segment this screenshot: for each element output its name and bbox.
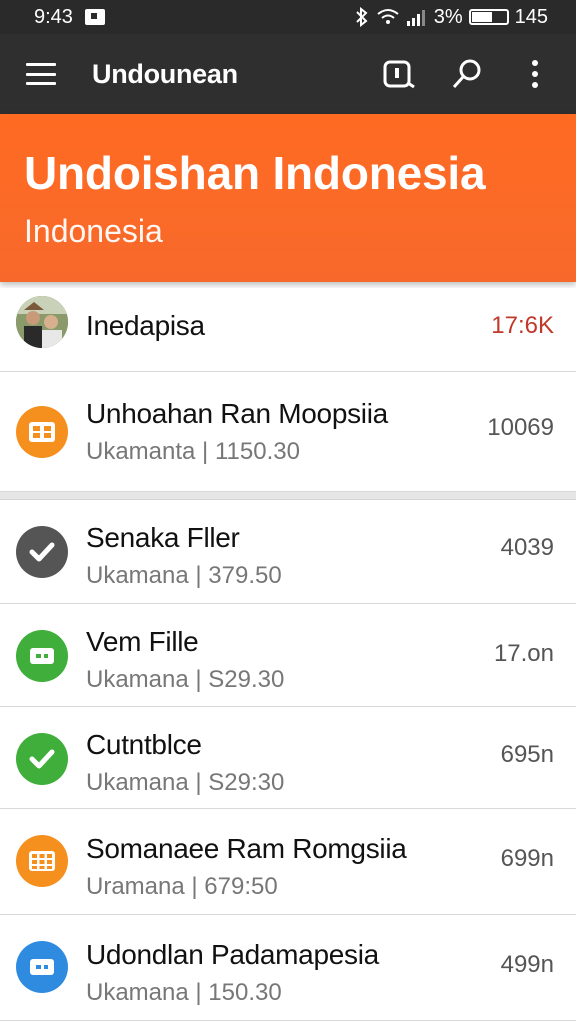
list-item[interactable]: Vem Fille Ukamana | S29.30 17.on <box>0 604 576 707</box>
wifi-icon <box>377 9 399 24</box>
item-value: 499n <box>500 951 554 978</box>
hero-subtitle: Indonesia <box>24 212 163 249</box>
list-item[interactable]: Udondlan Padamapesia Ukamana | 150.30 49… <box>0 915 576 1021</box>
hero-title: Undoishan Indonesia <box>24 147 486 199</box>
list-item[interactable]: Cutntblce Ukamana | S29:30 695n <box>0 707 576 809</box>
item-subtitle: Ukamana | S29:30 <box>86 769 285 796</box>
item-title: Vem Fille <box>86 626 199 657</box>
item-value: 695n <box>500 741 554 768</box>
item-subtitle: Ukamana | 379.50 <box>86 562 282 589</box>
search-icon[interactable] <box>450 57 484 91</box>
card-icon <box>16 941 68 993</box>
section-divider <box>0 492 576 500</box>
grid-icon <box>16 406 68 458</box>
list-item[interactable]: Inedapisa 17:6K <box>0 288 576 372</box>
check-icon <box>16 526 68 578</box>
item-subtitle: Ukamanta | 1150.30 <box>86 438 300 465</box>
notification-icon <box>84 9 105 25</box>
item-subtitle: Ukamana | S29.30 <box>86 666 285 693</box>
item-title: Inedapisa <box>86 310 205 341</box>
grid-icon <box>16 835 68 887</box>
list-item[interactable]: Unhoahan Ran Moopsiia Ukamanta | 1150.30… <box>0 372 576 492</box>
list-item[interactable]: Somanaee Ram Romgsiia Uramana | 679:50 6… <box>0 809 576 915</box>
item-value: 17.on <box>493 640 554 667</box>
card-icon <box>16 630 68 682</box>
battery-icon <box>468 9 509 25</box>
signal-icon <box>406 10 425 26</box>
list-item[interactable]: Senaka Fller Ukamana | 379.50 4039 <box>0 500 576 604</box>
status-number: 145 <box>514 5 548 28</box>
hero-banner: Undoishan Indonesia Indonesia <box>0 114 576 282</box>
check-icon <box>16 733 68 785</box>
item-list: Inedapisa 17:6K Unhoahan Ran Moopsiia Uk… <box>0 288 576 1021</box>
bluetooth-icon <box>356 7 368 27</box>
item-value: 4039 <box>500 534 554 561</box>
more-vert-icon[interactable] <box>518 57 552 91</box>
status-bar: 9:43 3% 145 <box>0 0 576 34</box>
item-title: Unhoahan Ran Moopsiia <box>86 398 388 429</box>
status-time: 9:43 <box>34 5 73 28</box>
app-title: Undounean <box>92 58 238 89</box>
item-title: Udondlan Padamapesia <box>86 939 379 970</box>
avatar <box>16 296 68 348</box>
item-title: Somanaee Ram Romgsiia <box>86 833 407 864</box>
menu-icon[interactable] <box>26 63 56 85</box>
item-value: 10069 <box>487 414 554 441</box>
item-title: Senaka Fller <box>86 522 240 553</box>
item-subtitle: Ukamana | 150.30 <box>86 979 282 1006</box>
battery-percent: 3% <box>433 5 463 28</box>
item-title: Cutntblce <box>86 729 202 760</box>
item-subtitle: Uramana | 679:50 <box>86 873 278 900</box>
app-bar: Undounean <box>0 34 576 114</box>
item-value: 17:6K <box>491 312 554 339</box>
filter-icon[interactable] <box>382 57 416 91</box>
item-value: 699n <box>500 845 554 872</box>
